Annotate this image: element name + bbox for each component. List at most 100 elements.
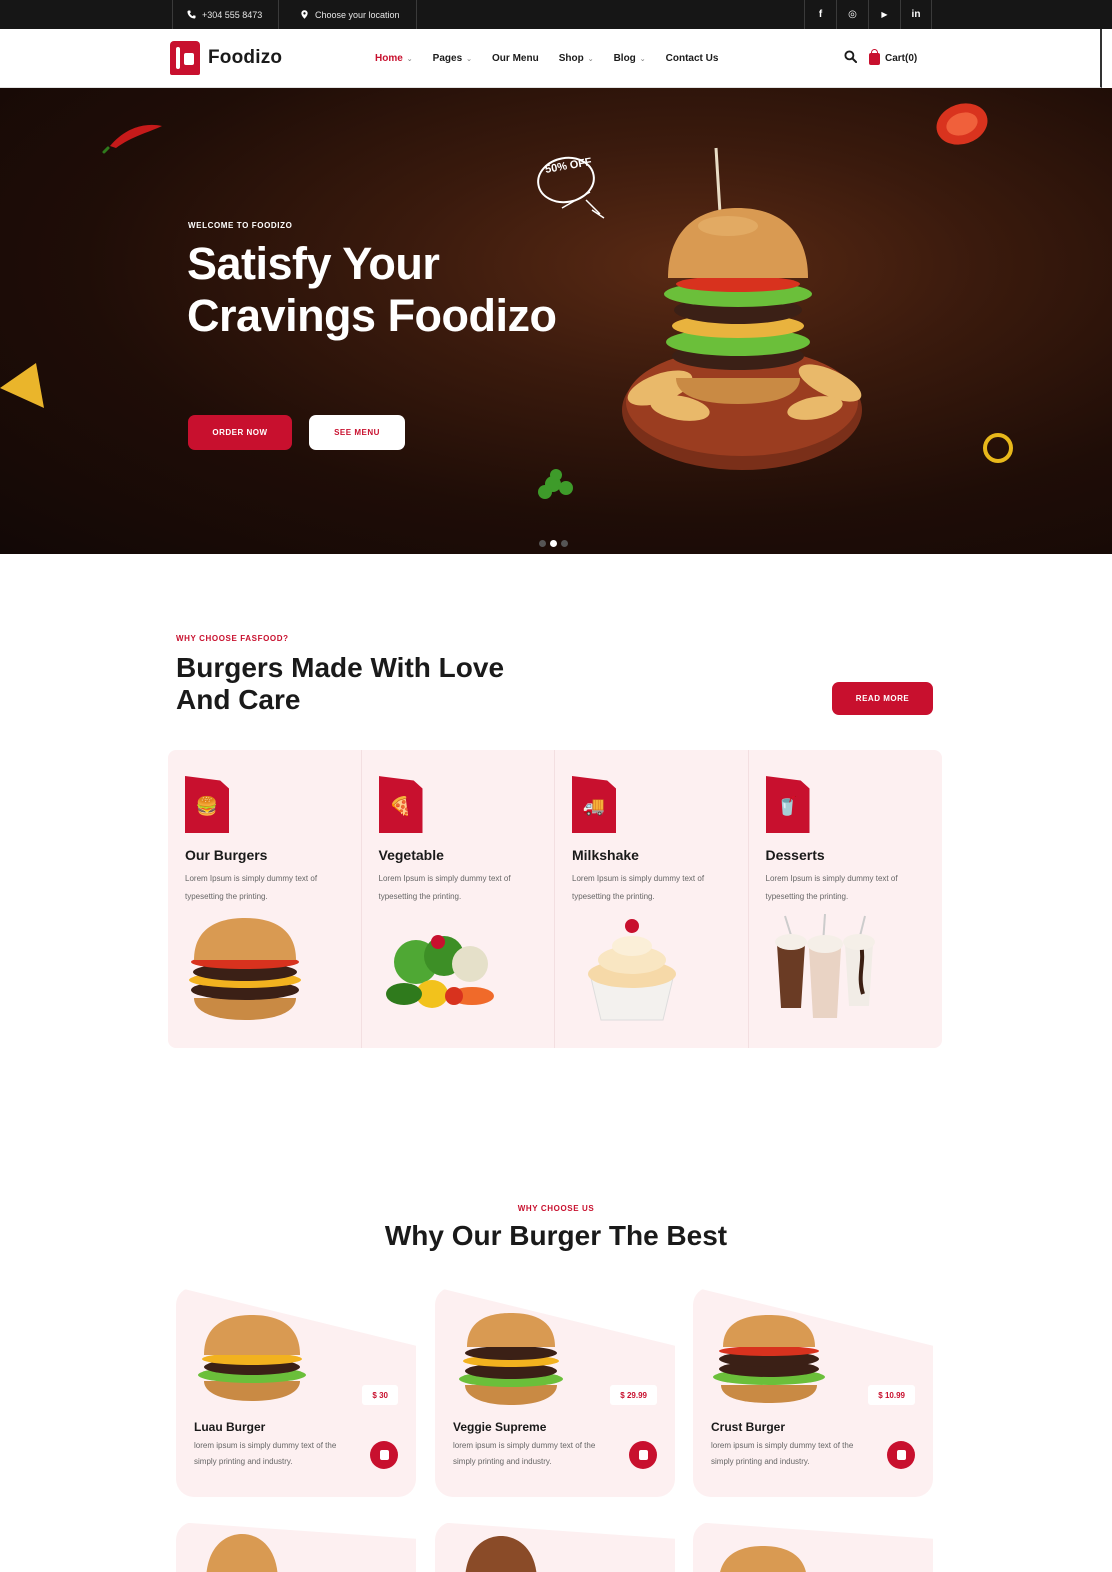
main-menu: Home ⌄ Pages ⌄ Our Menu Shop ⌄ Blog ⌄ Co… xyxy=(375,29,738,88)
hero-tagline: WELCOME TO FOODIZO xyxy=(188,221,293,230)
product-card-crust-burger[interactable]: $ 10.99 Crust Burger lorem ipsum is simp… xyxy=(693,1287,933,1497)
category-title: Vegetable xyxy=(378,847,444,863)
product-name[interactable]: Luau Burger xyxy=(194,1420,265,1434)
price-tag: $ 29.99 xyxy=(610,1385,657,1405)
drink-cup-icon: 🥤 xyxy=(765,776,810,833)
brand-name: Foodizo xyxy=(208,47,283,68)
hero-slider: 50% OFF WELCOME TO FOODIZO Satisfy Your … xyxy=(0,88,1112,554)
product-card-partial[interactable] xyxy=(693,1522,933,1572)
burger-image xyxy=(713,1315,825,1403)
cart-label: Cart(0) xyxy=(885,53,918,64)
price-tag: $ 10.99 xyxy=(868,1385,915,1405)
food-truck-icon: 🚚 xyxy=(572,776,616,833)
phone-number: +304 555 8473 xyxy=(202,9,263,20)
product-card-partial[interactable] xyxy=(176,1522,416,1572)
category-description: Lorem Ipsum is simply dummy text of type… xyxy=(572,874,705,901)
product-description: lorem ipsum is simply dummy text of the … xyxy=(711,1441,854,1466)
category-title: Milkshake xyxy=(572,847,639,863)
add-to-cart-button[interactable] xyxy=(629,1441,657,1469)
pepper-ring-icon xyxy=(983,433,1013,463)
category-description: Lorem Ipsum is simply dummy text of type… xyxy=(378,874,511,901)
nav-item-shop[interactable]: Shop ⌄ xyxy=(559,53,594,64)
add-to-cart-button[interactable] xyxy=(887,1441,915,1469)
shopping-bag-icon xyxy=(896,1450,906,1460)
youtube-icon[interactable]: ▶ xyxy=(868,0,900,29)
slider-dot-active[interactable] xyxy=(550,540,557,547)
parsley-leaf-icon xyxy=(538,469,573,499)
nav-item-label: Contact Us xyxy=(665,53,719,64)
product-card-luau-burger[interactable]: $ 30 Luau Burger lorem ipsum is simply d… xyxy=(176,1287,416,1497)
chevron-down-icon: ⌄ xyxy=(466,55,473,63)
category-description: Lorem Ipsum is simply dummy text of type… xyxy=(185,874,318,901)
chevron-down-icon: ⌄ xyxy=(406,55,413,63)
burger-image xyxy=(198,1315,306,1401)
add-to-cart-button[interactable] xyxy=(370,1441,398,1469)
product-card-veggie-supreme[interactable]: $ 29.99 Veggie Supreme lorem ipsum is si… xyxy=(435,1287,675,1497)
category-card-vegetable[interactable]: 🍕 Vegetable Lorem Ipsum is simply dummy … xyxy=(362,750,555,1048)
slider-dot[interactable] xyxy=(539,540,546,547)
top-bar: +304 555 8473 Choose your location f ◎ ▶… xyxy=(0,0,1112,29)
social-links: f ◎ ▶ in xyxy=(804,0,932,29)
milkshakes-image xyxy=(774,914,875,1018)
nav-item-pages[interactable]: Pages ⌄ xyxy=(433,53,472,64)
chevron-down-icon: ⌄ xyxy=(639,55,646,63)
pizza-slice-icon: 🍕 xyxy=(378,776,423,833)
logo-icon xyxy=(170,41,200,75)
brand-logo[interactable]: Foodizo xyxy=(170,41,282,75)
burger-icon: 🍔 xyxy=(185,776,229,833)
see-menu-button[interactable]: SEE MENU xyxy=(309,415,405,450)
burger-image xyxy=(189,918,301,1020)
chili-pepper-icon xyxy=(110,124,162,148)
product-name[interactable]: Crust Burger xyxy=(711,1420,785,1434)
nav-actions: Cart(0) xyxy=(844,29,917,88)
burger-image xyxy=(206,1534,278,1572)
slider-dot[interactable] xyxy=(561,540,568,547)
nav-item-our-menu[interactable]: Our Menu xyxy=(492,53,539,64)
hero-title: Satisfy Your Cravings Foodizo xyxy=(187,238,557,341)
main-navbar: Foodizo Home ⌄ Pages ⌄ Our Menu Shop ⌄ B… xyxy=(0,29,1102,88)
product-description: lorem ipsum is simply dummy text of the … xyxy=(453,1441,596,1466)
category-grid: 🍔 Our Burgers Lorem Ipsum is simply dumm… xyxy=(168,750,942,1048)
nav-item-label: Pages xyxy=(432,53,463,64)
category-card-burgers[interactable]: 🍔 Our Burgers Lorem Ipsum is simply dumm… xyxy=(168,750,362,1048)
read-more-button[interactable]: READ MORE xyxy=(832,682,933,715)
linkedin-icon[interactable]: in xyxy=(900,0,932,29)
shopping-bag-icon xyxy=(379,1450,389,1460)
category-description: Lorem Ipsum is simply dummy text of type… xyxy=(765,874,898,901)
category-card-desserts[interactable]: 🥤 Desserts Lorem Ipsum is simply dummy t… xyxy=(749,750,943,1048)
nav-item-label: Home xyxy=(375,53,403,64)
section-title: Why Our Burger The Best xyxy=(384,1220,728,1251)
category-card-milkshake[interactable]: 🚚 Milkshake Lorem Ipsum is simply dummy … xyxy=(555,750,749,1048)
nacho-chip-icon xyxy=(0,363,44,408)
product-card-partial[interactable] xyxy=(435,1522,675,1572)
product-name[interactable]: Veggie Supreme xyxy=(453,1420,546,1434)
burger-image xyxy=(719,1546,807,1572)
vegetables-image xyxy=(385,935,494,1008)
location-label: Choose your location xyxy=(315,9,400,20)
cart-button[interactable]: Cart(0) xyxy=(869,48,918,65)
map-pin-icon xyxy=(301,10,308,19)
section-tagline: WHY CHOOSE FASFOOD? xyxy=(176,634,289,643)
cupcake-image xyxy=(588,919,676,1021)
nav-item-label: Our Menu xyxy=(492,53,539,64)
category-title: Our Burgers xyxy=(185,847,268,863)
nav-item-contact-us[interactable]: Contact Us xyxy=(666,53,719,64)
shopping-bag-icon xyxy=(869,48,880,65)
section-title: Burgers Made With Love And Care xyxy=(176,652,505,715)
price-tag: $ 30 xyxy=(362,1385,398,1405)
nav-item-home[interactable]: Home ⌄ xyxy=(375,53,413,64)
category-title: Desserts xyxy=(765,847,825,863)
facebook-icon[interactable]: f xyxy=(804,0,836,29)
nav-item-blog[interactable]: Blog ⌄ xyxy=(614,53,646,64)
burger-image xyxy=(459,1313,563,1405)
product-description: lorem ipsum is simply dummy text of the … xyxy=(194,1441,337,1466)
slider-dots xyxy=(539,540,568,547)
phone-link[interactable]: +304 555 8473 xyxy=(172,0,280,29)
order-now-button[interactable]: ORDER NOW xyxy=(188,415,292,450)
search-icon[interactable] xyxy=(844,49,858,68)
shopping-bag-icon xyxy=(638,1450,648,1460)
phone-icon xyxy=(187,10,196,19)
nav-item-label: Blog xyxy=(613,53,636,64)
instagram-icon[interactable]: ◎ xyxy=(836,0,868,29)
location-selector[interactable]: Choose your location xyxy=(286,0,417,29)
